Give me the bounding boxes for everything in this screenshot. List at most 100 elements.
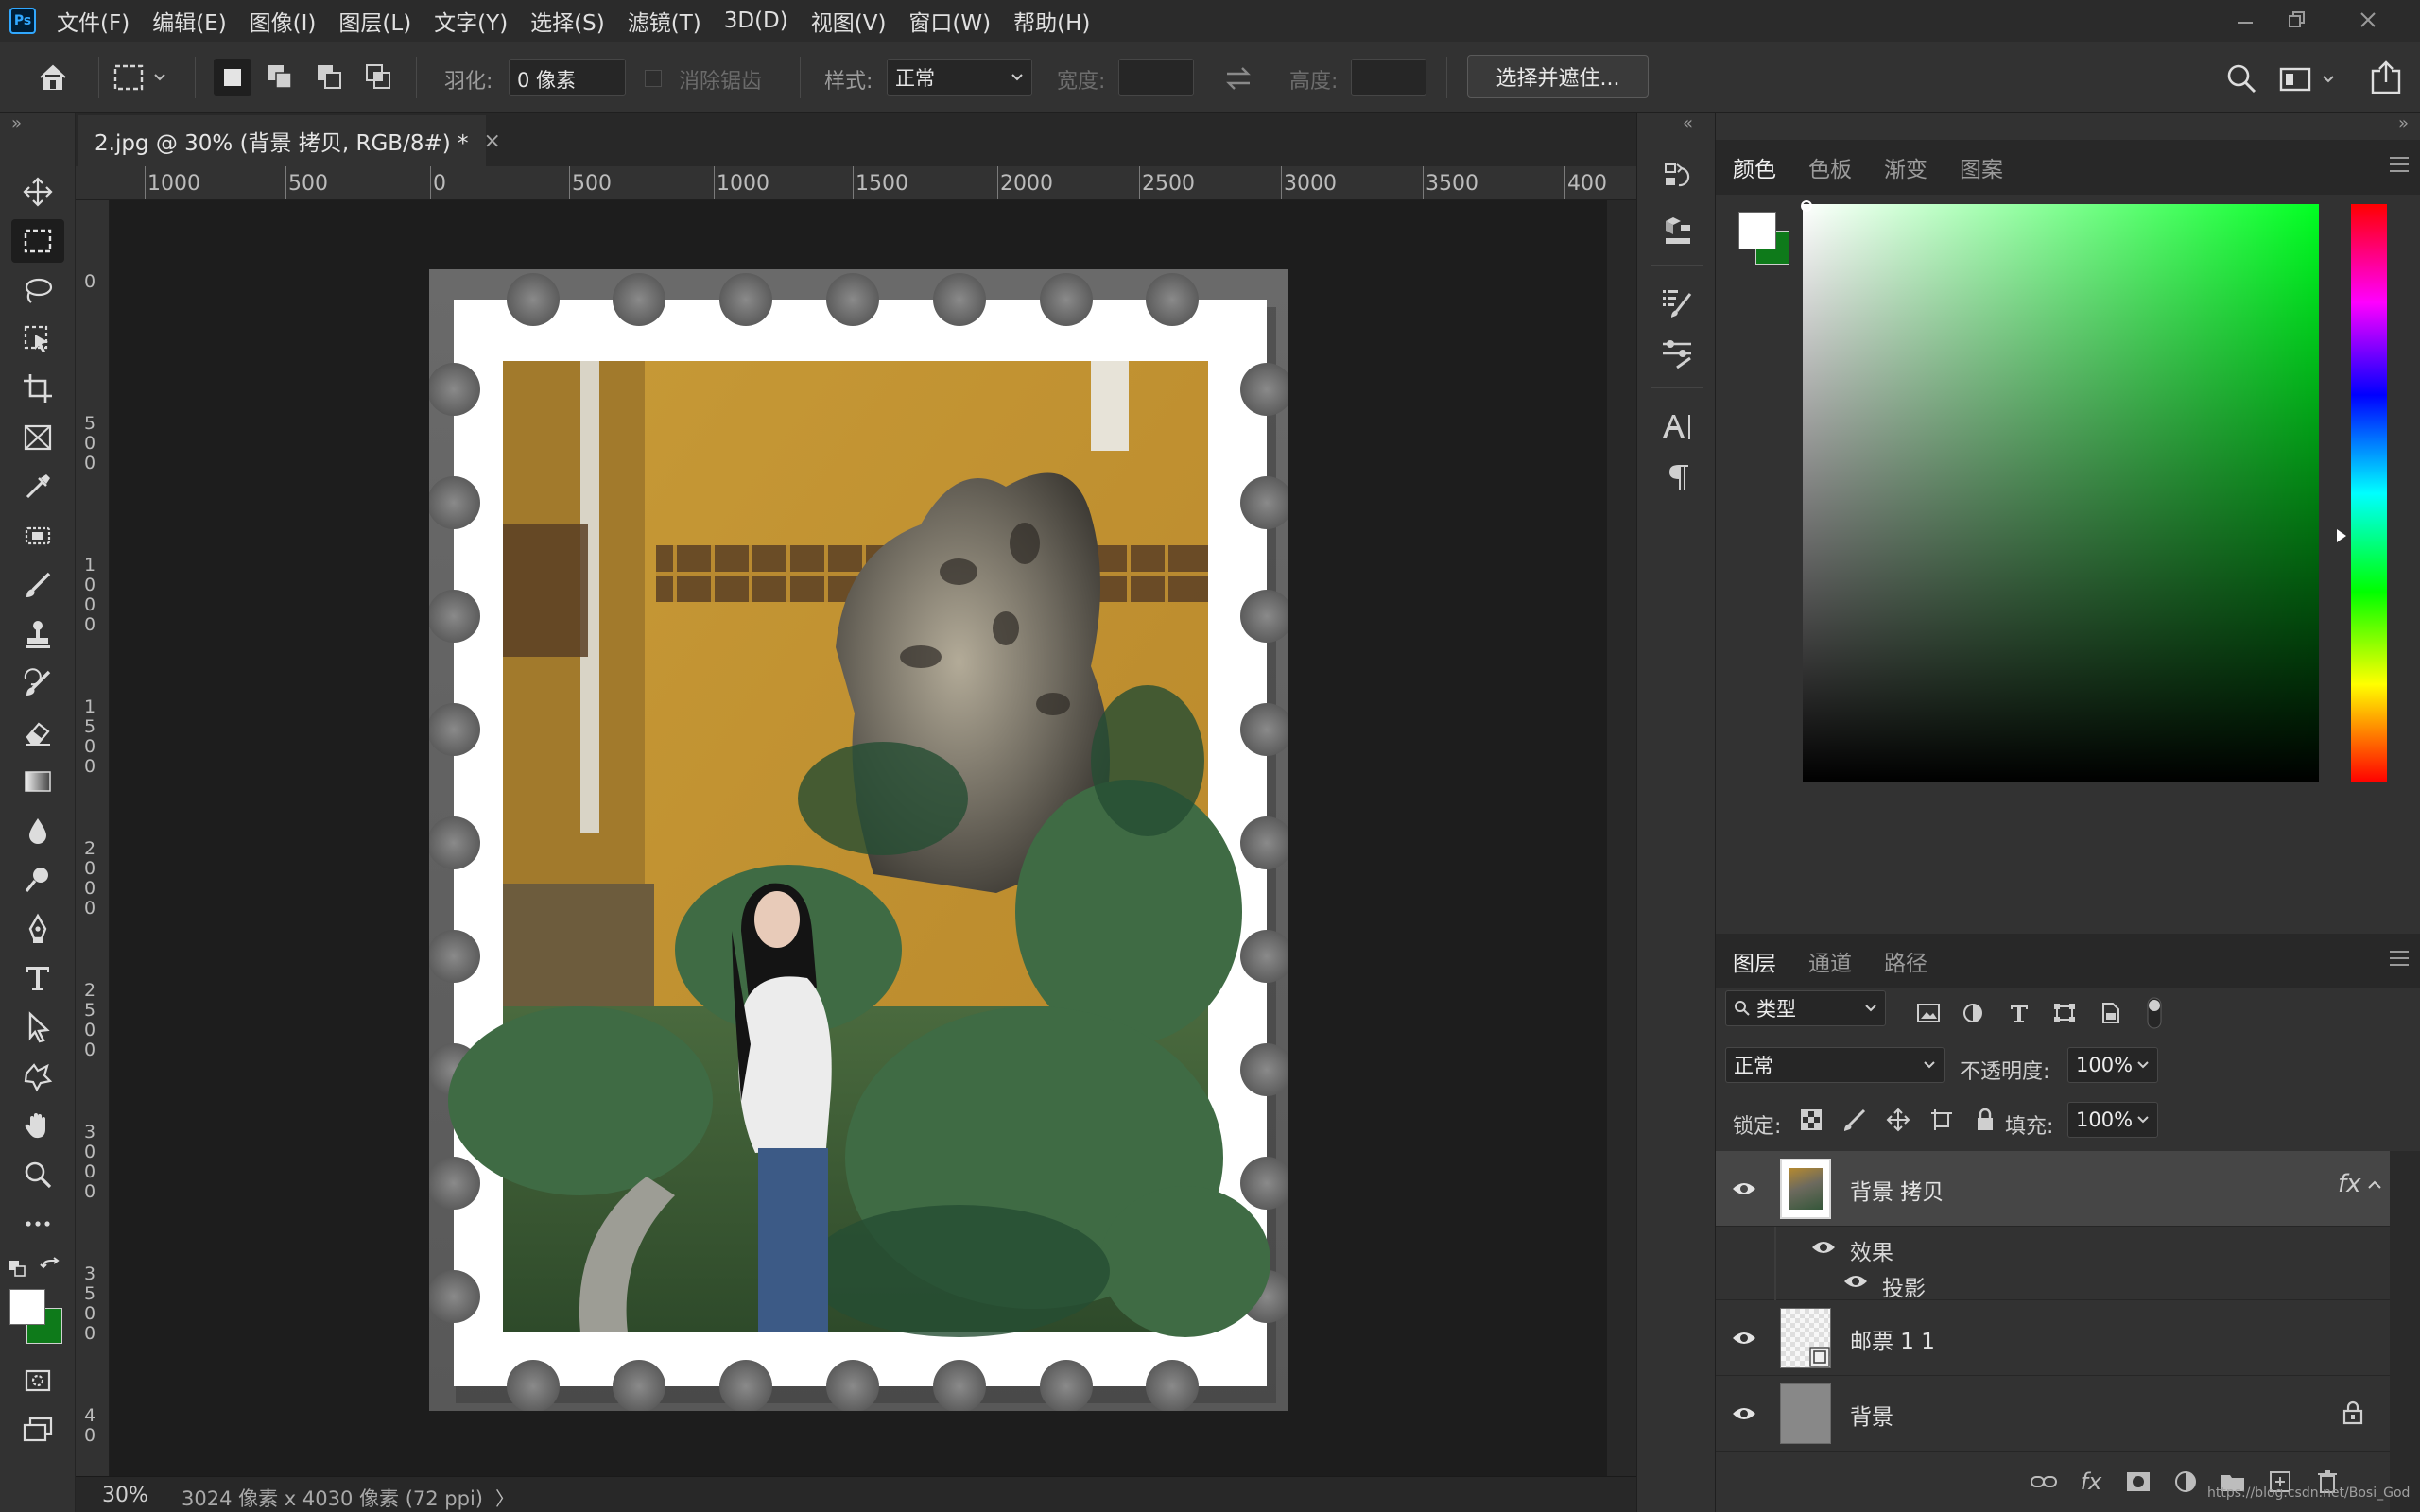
lock-artboard-icon[interactable] [1929,1108,1954,1132]
gradient-tool-icon[interactable] [11,760,64,803]
filter-type-icon[interactable] [2007,1002,2031,1024]
lock-position-icon[interactable] [1886,1108,1910,1132]
opacity-input[interactable]: 100% [2067,1047,2158,1083]
eraser-tool-icon[interactable] [11,711,64,754]
fill-input[interactable]: 100% [2067,1102,2158,1138]
new-selection-icon[interactable] [214,59,251,96]
crop-tool-icon[interactable] [11,367,64,410]
rectangular-marquee-tool-icon[interactable] [11,219,64,263]
more-tools-icon[interactable] [11,1202,64,1246]
hue-slider-handle[interactable] [2337,529,2346,542]
lock-all-icon[interactable] [1973,1108,1997,1132]
lock-transparent-icon[interactable] [1799,1108,1824,1132]
zoom-tool-icon[interactable] [11,1153,64,1196]
foreground-color-swatch[interactable] [9,1289,45,1325]
layer-name[interactable]: 背景 拷贝 [1850,1174,1944,1206]
tab-swatches[interactable]: 色板 [1808,151,1852,183]
antialias-checkbox[interactable] [645,70,662,87]
collapse-strip-icon[interactable]: « [1683,113,1693,133]
move-tool-icon[interactable] [11,170,64,214]
frame-tool-icon[interactable] [11,416,64,459]
color-picker-field[interactable] [1803,204,2319,782]
tab-patterns[interactable]: 图案 [1960,151,2003,183]
color-picker-cursor[interactable] [1801,200,1812,212]
blur-tool-icon[interactable] [11,809,64,852]
layers-panel-menu-icon[interactable] [2390,951,2409,966]
pen-tool-icon[interactable] [11,907,64,951]
visibility-eye-icon[interactable] [1731,1400,1757,1427]
layer-row[interactable]: 背景 拷贝 fx [1716,1151,2390,1227]
quick-mask-icon[interactable] [11,1359,64,1402]
home-icon[interactable] [11,49,95,106]
healing-brush-tool-icon[interactable] [11,514,64,558]
object-selection-tool-icon[interactable] [11,318,64,361]
layer-fx-icon[interactable]: fx [2338,1170,2361,1198]
menu-image[interactable]: 图像(I) [250,5,317,37]
brush-settings-icon[interactable] [1653,282,1701,325]
filter-smart-object-icon[interactable] [2098,1002,2122,1024]
height-input[interactable] [1351,59,1426,96]
menu-help[interactable]: 帮助(H) [1013,5,1090,37]
screen-mode-icon[interactable] [11,1408,64,1452]
new-adjustment-layer-icon[interactable] [2169,1466,2202,1498]
menu-file[interactable]: 文件(F) [57,5,130,37]
3d-panel-icon[interactable] [1653,209,1701,252]
style-select[interactable]: 正常 [887,59,1032,96]
menu-filter[interactable]: 滤镜(T) [628,5,701,37]
canvas-area[interactable] [110,200,1607,1476]
hand-tool-icon[interactable] [11,1104,64,1147]
filter-adjustment-icon[interactable] [1962,1002,1986,1024]
layer-row[interactable]: 背景 [1716,1376,2390,1452]
hue-slider[interactable] [2351,204,2387,782]
default-colors-icon[interactable] [8,1259,28,1280]
swap-colors-icon[interactable] [40,1257,62,1280]
brush-tool-icon[interactable] [11,563,64,607]
layer-name[interactable]: 邮票 1 1 [1850,1323,1935,1355]
marquee-preset-icon[interactable] [112,59,178,96]
document-tab[interactable]: 2.jpg @ 30% (背景 拷贝, RGB/8#) * × [78,115,501,166]
select-and-mask-button[interactable]: 选择并遮住... [1467,55,1649,98]
clone-stamp-tool-icon[interactable] [11,612,64,656]
paragraph-panel-icon[interactable] [1653,455,1701,499]
collapse-panels-icon[interactable]: » [2398,113,2409,133]
tab-paths[interactable]: 路径 [1884,945,1927,977]
share-icon[interactable] [2369,59,2403,96]
minimize-icon[interactable] [2221,4,2269,36]
menu-select[interactable]: 选择(S) [530,5,605,37]
zoom-level[interactable]: 30% [102,1484,148,1507]
tab-layers[interactable]: 图层 [1733,945,1776,977]
history-panel-icon[interactable] [1653,156,1701,199]
menu-3d[interactable]: 3D(D) [724,9,788,33]
filter-toggle-switch[interactable] [2145,996,2164,1030]
width-input[interactable] [1118,59,1194,96]
color-panel-menu-icon[interactable] [2390,157,2409,172]
tab-channels[interactable]: 通道 [1808,945,1852,977]
subtract-selection-icon[interactable] [311,59,349,96]
eyedropper-tool-icon[interactable] [11,465,64,508]
add-selection-icon[interactable] [262,59,300,96]
close-window-icon[interactable] [2344,4,2392,36]
status-menu-arrow-icon[interactable]: 〉 [495,1484,514,1511]
chevron-up-icon[interactable] [2366,1177,2383,1193]
intersect-selection-icon[interactable] [360,59,398,96]
dodge-tool-icon[interactable] [11,858,64,902]
lock-icon[interactable] [2342,1400,2364,1425]
menu-view[interactable]: 视图(V) [811,5,887,37]
menu-type[interactable]: 文字(Y) [434,5,508,37]
layer-name[interactable]: 背景 [1850,1399,1893,1431]
lock-pixels-icon[interactable] [1842,1108,1867,1132]
search-icon[interactable] [2225,62,2259,96]
lasso-tool-icon[interactable] [11,268,64,312]
visibility-eye-icon[interactable] [1731,1325,1757,1351]
layer-filter-select[interactable]: 类型 [1725,990,1886,1026]
link-layers-icon[interactable] [2028,1466,2060,1498]
visibility-eye-icon[interactable] [1731,1176,1757,1202]
effects-visibility-eye-icon[interactable] [1810,1234,1837,1261]
history-brush-tool-icon[interactable] [11,662,64,705]
blend-mode-select[interactable]: 正常 [1725,1047,1945,1083]
drop-shadow-effect[interactable]: 投影 [1882,1270,1926,1302]
vertical-scrollbar[interactable] [1607,200,1636,1476]
close-tab-icon[interactable]: × [484,129,501,153]
tab-color[interactable]: 颜色 [1733,151,1776,183]
character-panel-icon[interactable] [1653,404,1701,448]
